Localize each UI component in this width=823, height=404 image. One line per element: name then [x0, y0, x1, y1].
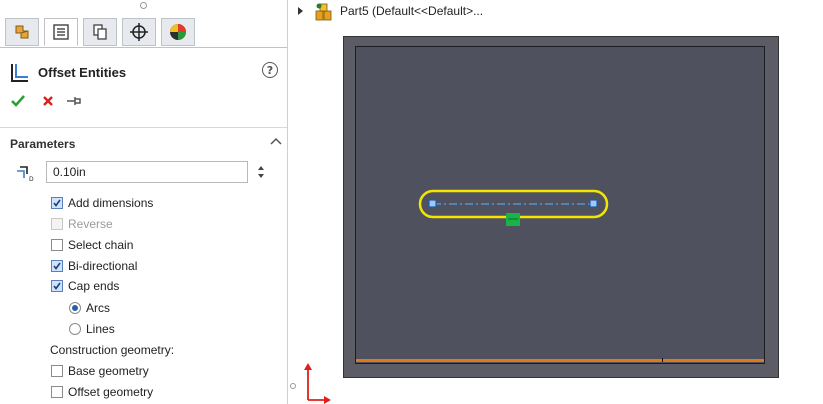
expand-arrow-icon[interactable]: [298, 7, 303, 15]
arcs-label: Arcs: [86, 301, 110, 315]
panel-splitter[interactable]: [287, 0, 288, 404]
checkmark-icon: [53, 199, 61, 207]
selected-edge[interactable]: [356, 359, 764, 362]
base-geometry-label: Base geometry: [68, 364, 149, 378]
lines-radio[interactable]: [69, 323, 81, 335]
property-manager-panel: Offset Entities ? Parameters D 0.10in Ad…: [0, 0, 287, 404]
select-chain-label: Select chain: [68, 238, 134, 252]
offset-geometry-label: Offset geometry: [68, 385, 154, 399]
section-divider: [0, 127, 287, 128]
offset-geometry-checkbox[interactable]: [51, 386, 63, 398]
cap-ends-checkbox[interactable]: [51, 280, 63, 292]
cancel-x-icon[interactable]: [41, 94, 55, 108]
manager-tabs: [0, 14, 287, 48]
part-name-label: Part5 (Default<<Default>...: [340, 4, 484, 18]
page-title: Offset Entities: [38, 65, 127, 80]
offset-distance-input[interactable]: 0.10in: [46, 161, 248, 183]
tab-strip-underline: [0, 47, 287, 48]
dimxpertmanager-tab[interactable]: [122, 18, 156, 46]
featuremanager-tab[interactable]: [5, 18, 39, 46]
arcs-radio[interactable]: [69, 302, 81, 314]
displaymanager-tab[interactable]: [161, 18, 195, 46]
display-manager-icon: [170, 24, 186, 40]
bi-directional-checkbox[interactable]: [51, 260, 63, 272]
checkmark-icon: [53, 262, 61, 270]
feature-tree-icon: [15, 25, 29, 39]
reference-triad: [304, 363, 331, 404]
ok-checkmark-icon[interactable]: [10, 93, 26, 109]
svg-text:D: D: [29, 176, 34, 183]
chevron-up-icon[interactable]: [270, 136, 282, 146]
construction-geometry-label: Construction geometry:: [50, 343, 175, 357]
propertymanager-tab[interactable]: [44, 18, 78, 46]
pushpin-icon[interactable]: [66, 94, 82, 108]
add-dimensions-label: Add dimensions: [68, 196, 154, 210]
configurationmanager-tab[interactable]: [83, 18, 117, 46]
offset-distance-icon: D: [17, 166, 34, 183]
sketch-region[interactable]: [355, 46, 765, 364]
feature-title-row: Offset Entities ?: [8, 62, 278, 84]
dimxpert-crosshair-icon: [130, 23, 148, 41]
part-icon: [315, 3, 332, 21]
panel-drag-handle[interactable]: [140, 2, 147, 9]
checkmark-icon: [53, 282, 61, 290]
reverse-label: Reverse: [68, 217, 113, 231]
offset-entities-icon: [11, 64, 28, 82]
splitter-handle[interactable]: [290, 383, 296, 389]
lines-label: Lines: [86, 322, 115, 336]
property-manager-icon: [53, 24, 69, 40]
help-icon[interactable]: ?: [262, 62, 278, 78]
edge-midpoint-tick: [662, 358, 663, 362]
spin-down-icon: [258, 174, 264, 178]
select-chain-checkbox[interactable]: [51, 239, 63, 251]
bi-directional-label: Bi-directional: [68, 259, 138, 273]
add-dimensions-checkbox[interactable]: [51, 197, 63, 209]
configuration-icon: [93, 24, 107, 40]
base-geometry-checkbox[interactable]: [51, 365, 63, 377]
spin-up-icon: [258, 166, 264, 170]
parameters-section-title: Parameters: [10, 137, 76, 151]
distance-spinner[interactable]: [252, 161, 270, 183]
cap-ends-label: Cap ends: [68, 279, 120, 293]
reverse-checkbox: [51, 218, 63, 230]
